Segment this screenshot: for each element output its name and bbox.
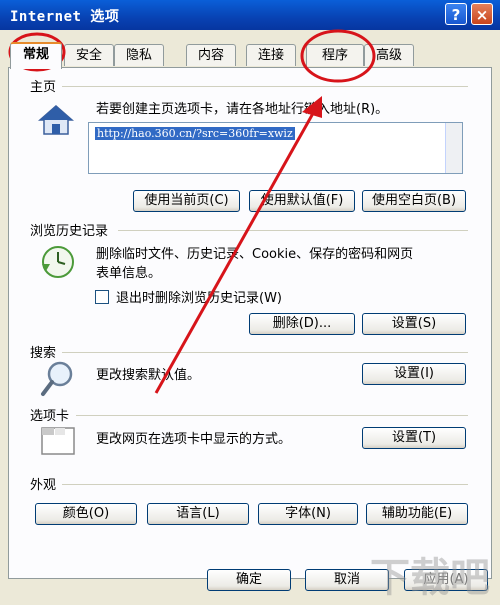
tab-connections[interactable]: 连接 bbox=[246, 44, 296, 66]
group-history-label: 浏览历史记录 bbox=[30, 224, 109, 239]
divider bbox=[62, 352, 468, 353]
use-blank-button[interactable]: 使用空白页(B) bbox=[362, 190, 466, 212]
tab-advanced[interactable]: 高级 bbox=[364, 44, 414, 66]
textarea-scrollbar[interactable] bbox=[445, 123, 462, 173]
search-description: 更改搜索默认值。 bbox=[96, 368, 201, 383]
divider bbox=[76, 415, 468, 416]
history-settings-button[interactable]: 设置(S) bbox=[362, 313, 466, 335]
tab-programs[interactable]: 程序 bbox=[306, 44, 364, 66]
watermark-logo: 下载吧 bbox=[370, 555, 490, 601]
home-icon bbox=[38, 105, 74, 135]
history-description-line2: 表单信息。 bbox=[96, 266, 162, 281]
title-bar: Internet 选项 ? × bbox=[0, 0, 500, 30]
home-url-textarea[interactable]: http://hao.360.cn/?src=360fr=xwiz bbox=[88, 122, 463, 174]
divider bbox=[62, 484, 468, 485]
tab-content[interactable]: 内容 bbox=[186, 44, 236, 66]
group-home-label: 主页 bbox=[30, 80, 57, 95]
use-default-button[interactable]: 使用默认值(F) bbox=[249, 190, 355, 212]
history-clock-icon bbox=[42, 246, 74, 278]
close-button[interactable]: × bbox=[471, 3, 493, 25]
tabs-description: 更改网页在选项卡中显示的方式。 bbox=[96, 432, 292, 447]
tabs-window-icon bbox=[41, 427, 75, 455]
accessibility-button[interactable]: 辅助功能(E) bbox=[366, 503, 468, 525]
colors-button[interactable]: 颜色(O) bbox=[35, 503, 137, 525]
tabs-settings-button[interactable]: 设置(T) bbox=[362, 427, 466, 449]
delete-on-exit-checkbox[interactable] bbox=[95, 290, 109, 304]
magnifier-icon bbox=[41, 361, 73, 396]
home-description: 若要创建主页选项卡，请在各地址行键入地址(R)。 bbox=[96, 102, 389, 117]
home-url-text: http://hao.360.cn/?src=360fr=xwiz bbox=[95, 127, 295, 140]
divider bbox=[62, 86, 468, 87]
tab-strip: 常规 安全 隐私 内容 连接 程序 高级 bbox=[8, 42, 492, 69]
languages-button[interactable]: 语言(L) bbox=[147, 503, 249, 525]
group-search-label: 搜索 bbox=[30, 346, 57, 361]
tab-security[interactable]: 安全 bbox=[64, 44, 114, 66]
search-settings-button[interactable]: 设置(I) bbox=[362, 363, 466, 385]
ok-button[interactable]: 确定 bbox=[207, 569, 291, 591]
use-current-button[interactable]: 使用当前页(C) bbox=[133, 190, 240, 212]
tab-privacy[interactable]: 隐私 bbox=[114, 44, 164, 66]
group-tabs-label: 选项卡 bbox=[30, 409, 70, 424]
delete-on-exit-label[interactable]: 退出时删除浏览历史记录(W) bbox=[116, 287, 282, 306]
help-button[interactable]: ? bbox=[445, 3, 467, 25]
tab-general[interactable]: 常规 bbox=[10, 42, 62, 69]
history-description-line1: 删除临时文件、历史记录、Cookie、保存的密码和网页 bbox=[96, 247, 414, 262]
fonts-button[interactable]: 字体(N) bbox=[258, 503, 358, 525]
window-title: Internet 选项 bbox=[10, 9, 120, 25]
divider bbox=[118, 230, 468, 231]
delete-history-button[interactable]: 删除(D)... bbox=[249, 313, 355, 335]
group-appearance-label: 外观 bbox=[30, 478, 57, 493]
